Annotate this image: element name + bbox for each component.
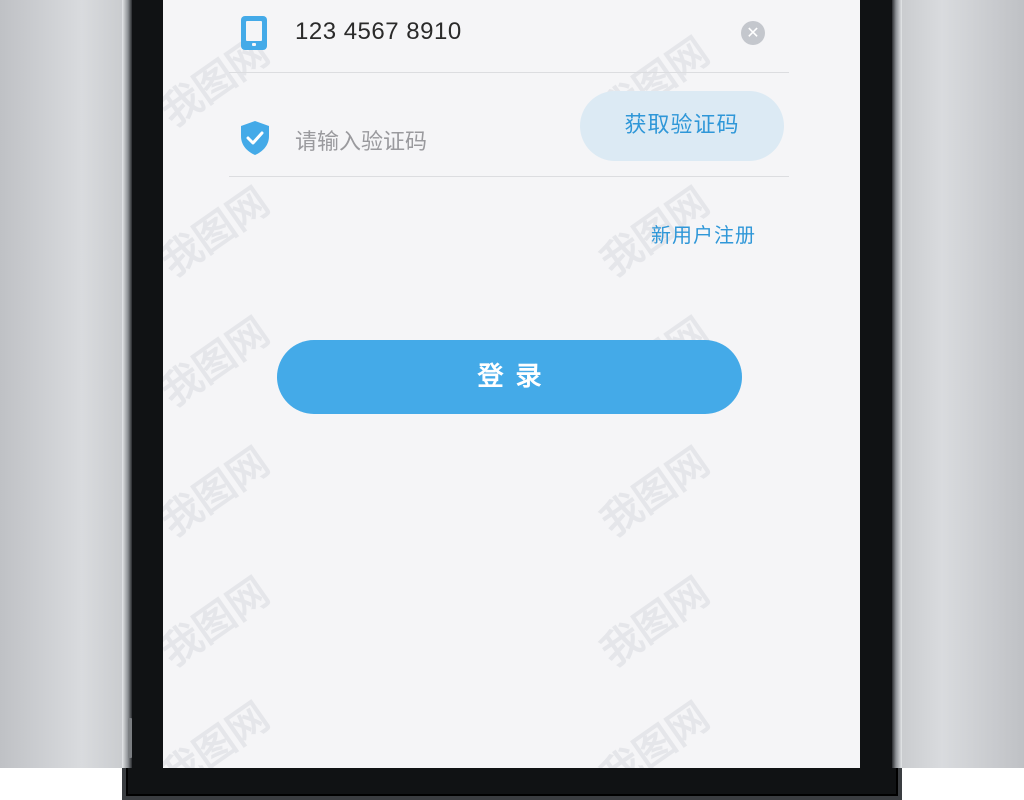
phone-number-row: 123 4567 8910 ✕ [229,0,789,72]
shield-check-icon [241,121,269,155]
clear-phone-button[interactable]: ✕ [741,21,765,45]
get-verification-code-button[interactable]: 获取验证码 [580,91,784,161]
phone-frame-edge-right [892,0,902,768]
watermark: 我图网 [163,439,278,546]
watermark: 我图网 [163,569,278,676]
login-button[interactable]: 登录 [277,340,742,414]
watermark: 我图网 [163,179,278,286]
phone-side-button [128,718,132,758]
phone-screen: 我图网 我图网 我图网 我图网 我图网 我图网 我图网 我图网 我图网 我图网 … [163,0,860,768]
phone-frame-edge-left [122,0,132,768]
verification-code-input[interactable] [295,124,565,160]
watermark: 我图网 [163,694,278,768]
new-user-register-link[interactable]: 新用户注册 [651,219,756,248]
watermark: 我图网 [163,309,278,416]
watermark: 我图网 [592,694,718,768]
phone-number-field[interactable]: 123 4567 8910 [295,18,462,46]
divider [229,176,789,177]
close-icon: ✕ [746,23,760,42]
watermark: 我图网 [592,439,718,546]
phone-icon [241,16,267,50]
watermark: 我图网 [592,569,718,676]
verification-code-row: 获取验证码 [229,72,789,176]
